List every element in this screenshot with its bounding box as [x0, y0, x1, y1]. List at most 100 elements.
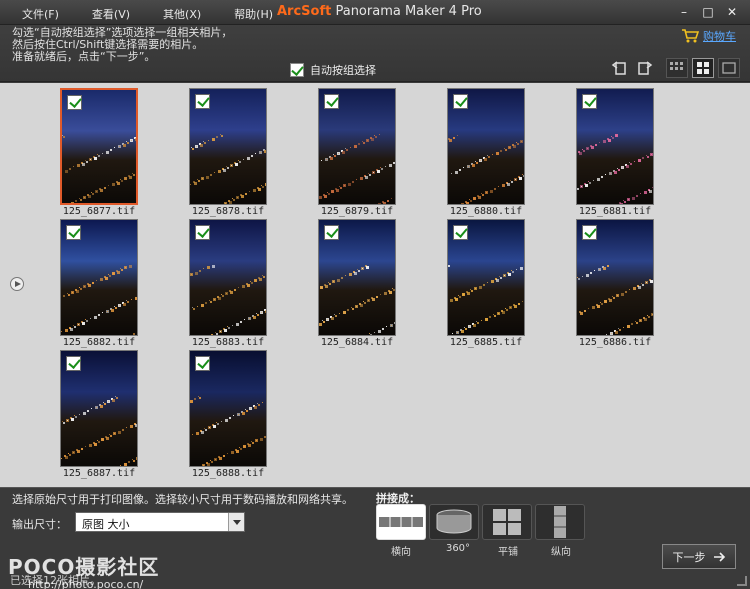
instruction-panel: 勾选“自动按组选择”选项选择一组相关相片， 然后按住Ctrl/Shift键选择需… [0, 25, 750, 82]
photo-checkbox[interactable] [66, 225, 81, 240]
photo-image[interactable] [189, 350, 267, 467]
photo-filename: 125_6883.tif [191, 337, 265, 348]
photo-thumbnail[interactable]: 125_6878.tif [189, 88, 267, 217]
app-title: ArcSoft Panorama Maker 4 Pro [277, 4, 482, 19]
menu-view[interactable]: 查看(V) [92, 6, 130, 22]
auto-group-checkbox[interactable] [290, 63, 304, 77]
next-label: 下一步 [672, 550, 706, 564]
menu-help[interactable]: 帮助(H) [234, 6, 273, 22]
photo-thumbnail[interactable]: 125_6883.tif [189, 219, 267, 348]
photo-filename: 125_6878.tif [191, 206, 265, 217]
photo-image[interactable] [447, 88, 525, 205]
photo-image[interactable] [318, 88, 396, 205]
mode-label: 纵向 [551, 547, 571, 558]
photo-checkbox[interactable] [195, 356, 210, 371]
photo-checkbox[interactable] [195, 94, 210, 109]
mode-label: 平铺 [498, 547, 518, 558]
small-grid-icon [670, 62, 683, 70]
photo-thumbnail[interactable]: 125_6886.tif [576, 219, 654, 348]
mode-360-button[interactable] [429, 504, 479, 540]
cart-link[interactable]: 购物车 [681, 28, 736, 44]
maximize-button[interactable]: □ [698, 3, 718, 21]
photo-thumbnail[interactable]: 125_6885.tif [447, 219, 525, 348]
app-name: Panorama Maker 4 Pro [331, 4, 482, 19]
photo-image[interactable] [60, 350, 138, 467]
photo-image[interactable] [189, 219, 267, 336]
photo-thumbnail[interactable]: 125_6880.tif [447, 88, 525, 217]
photo-checkbox[interactable] [453, 225, 468, 240]
rotate-right-icon [638, 61, 653, 75]
medium-grid-icon [697, 62, 709, 74]
photo-checkbox[interactable] [582, 94, 597, 109]
mode-label: 360° [445, 543, 471, 554]
arrow-right-icon [713, 551, 725, 562]
menu-bar: 文件(F) 查看(V) 其他(X) 帮助(H) [22, 6, 306, 22]
photo-checkbox[interactable] [66, 356, 81, 371]
minimize-button[interactable]: – [674, 3, 694, 21]
rotate-left-icon [611, 61, 626, 75]
mode-horizontal-button[interactable] [376, 504, 426, 540]
mode-vertical-button[interactable] [535, 504, 585, 540]
menu-other[interactable]: 其他(X) [163, 6, 201, 22]
small-thumbnails-button[interactable] [666, 58, 688, 78]
auto-group-option[interactable]: 自动按组选择 [290, 62, 376, 78]
photo-filename: 125_6888.tif [191, 468, 265, 479]
photo-image[interactable] [189, 88, 267, 205]
medium-thumbnails-button[interactable] [692, 58, 714, 78]
photo-checkbox[interactable] [195, 225, 210, 240]
photo-filename: 125_6886.tif [578, 337, 652, 348]
vertical-panorama-icon [554, 506, 566, 538]
photo-filename: 125_6881.tif [578, 206, 652, 217]
stitch-modes [376, 504, 585, 540]
photo-thumbnail[interactable]: 125_6887.tif [60, 350, 138, 479]
output-size-select[interactable]: 原图 大小 [75, 512, 245, 532]
cart-icon [682, 29, 699, 43]
rotate-right-button[interactable] [634, 58, 656, 78]
photo-image[interactable] [318, 219, 396, 336]
rotate-left-button[interactable] [608, 58, 630, 78]
photo-filename: 125_6884.tif [320, 337, 394, 348]
photo-thumbnail[interactable]: 125_6884.tif [318, 219, 396, 348]
view-toolbar [608, 58, 740, 78]
mode-tile-button[interactable] [482, 504, 532, 540]
auto-group-label[interactable]: 自动按组选择 [310, 62, 376, 78]
output-size-value: 原图 大小 [82, 518, 130, 531]
tile-grid-icon [493, 509, 521, 535]
photo-checkbox[interactable] [324, 225, 339, 240]
watermark-logo: POCO摄影社区 [8, 555, 160, 579]
photo-image[interactable] [60, 88, 138, 205]
photo-checkbox[interactable] [67, 95, 82, 110]
menu-file[interactable]: 文件(F) [22, 6, 59, 22]
large-view-icon [722, 62, 736, 74]
photo-filename: 125_6882.tif [62, 337, 136, 348]
photo-thumbnail[interactable]: 125_6882.tif [60, 219, 138, 348]
photo-thumbnail[interactable]: 125_6879.tif [318, 88, 396, 217]
photo-thumbnail[interactable]: 125_6877.tif [60, 88, 138, 217]
window-controls: – □ ✕ [674, 3, 742, 21]
horizontal-panorama-icon [379, 517, 423, 527]
output-size-label: 输出尺寸： [12, 518, 67, 531]
cart-label[interactable]: 购物车 [703, 28, 736, 44]
photo-thumbnail[interactable]: 125_6881.tif [576, 88, 654, 217]
large-thumbnail-button[interactable] [718, 58, 740, 78]
photo-image[interactable] [60, 219, 138, 336]
photo-image[interactable] [576, 88, 654, 205]
photo-image[interactable] [576, 219, 654, 336]
photo-thumbnail[interactable]: 125_6888.tif [189, 350, 267, 479]
photo-filename: 125_6880.tif [449, 206, 523, 217]
next-button[interactable]: 下一步 [662, 544, 736, 569]
photo-image[interactable] [447, 219, 525, 336]
instructions: 勾选“自动按组选择”选项选择一组相关相片， 然后按住Ctrl/Shift键选择需… [12, 27, 232, 63]
resize-grip-icon[interactable] [737, 576, 747, 586]
photo-checkbox[interactable] [582, 225, 597, 240]
expand-panel-icon[interactable] [10, 277, 24, 291]
close-button[interactable]: ✕ [722, 3, 742, 21]
photo-filename: 125_6879.tif [320, 206, 394, 217]
photo-filename: 125_6887.tif [62, 468, 136, 479]
cylinder-360-icon [436, 509, 472, 534]
photo-gallery[interactable]: 125_6877.tif 125_6878.tif 125_6879.tif 1… [0, 83, 750, 487]
instruction-line: 准备就绪后，点击“下一步”。 [12, 50, 156, 63]
photo-checkbox[interactable] [453, 94, 468, 109]
photo-checkbox[interactable] [324, 94, 339, 109]
chevron-down-icon[interactable] [228, 513, 244, 531]
